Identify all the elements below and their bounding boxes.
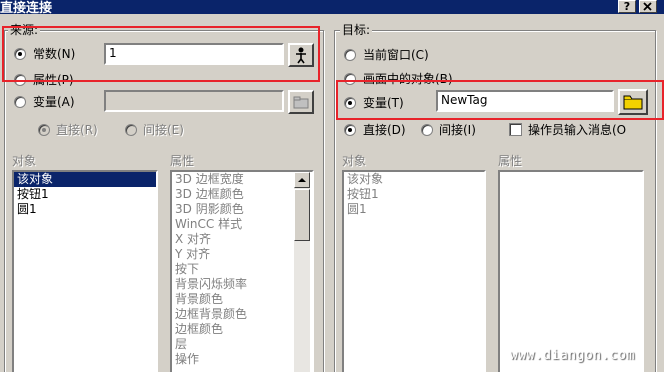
- target-direct-label: 直接(D): [363, 123, 406, 137]
- list-item[interactable]: Y 对齐: [172, 247, 312, 262]
- target-legend: 目标:: [340, 23, 373, 37]
- list-item[interactable]: 背景颜色: [172, 292, 312, 307]
- target-indirect-label: 间接(I): [439, 123, 476, 137]
- window-title: 直接连接: [0, 1, 53, 16]
- list-item[interactable]: 操作: [172, 352, 312, 367]
- list-item[interactable]: 按钮1: [344, 187, 484, 202]
- grey-folder-icon: [293, 96, 309, 109]
- source-browse-button[interactable]: [288, 90, 314, 114]
- target-object-header: 对象: [342, 154, 367, 168]
- close-icon: [643, 2, 652, 11]
- help-button[interactable]: ?: [618, 0, 636, 13]
- target-property-list[interactable]: [498, 170, 644, 372]
- property-scrollbar[interactable]: [294, 172, 310, 372]
- target-indirect-radio[interactable]: [421, 124, 433, 136]
- operator-msg-label: 操作员输入消息(O: [528, 123, 627, 137]
- list-item[interactable]: 边框背景颜色: [172, 307, 312, 322]
- operator-msg-checkbox[interactable]: [509, 123, 522, 136]
- scroll-up-button[interactable]: [294, 172, 310, 188]
- target-direct-radio[interactable]: [344, 124, 356, 136]
- list-item[interactable]: 背景闪烁频率: [172, 277, 312, 292]
- list-item[interactable]: 3D 边框颜色: [172, 187, 312, 202]
- source-highlight-box: [2, 26, 320, 82]
- source-variable-input[interactable]: [104, 90, 284, 112]
- close-button[interactable]: [639, 0, 657, 13]
- list-item[interactable]: 按钮1: [14, 187, 156, 202]
- source-direct-label: 直接(R): [56, 123, 98, 137]
- target-property-header: 属性: [498, 154, 523, 168]
- source-indirect-radio[interactable]: [125, 124, 137, 136]
- target-highlight-box: [336, 80, 664, 120]
- watermark: www.diangon.com: [510, 348, 635, 363]
- list-item[interactable]: 3D 阴影颜色: [172, 202, 312, 217]
- current-window-radio[interactable]: [344, 49, 356, 61]
- list-item[interactable]: 边框颜色: [172, 322, 312, 337]
- list-item[interactable]: 圆1: [344, 202, 484, 217]
- source-object-header: 对象: [12, 154, 37, 168]
- list-item[interactable]: 该对象: [344, 172, 484, 187]
- list-item[interactable]: 圆1: [14, 202, 156, 217]
- arrow-up-icon: [298, 178, 306, 182]
- title-bar: 直接连接 ?: [0, 0, 664, 16]
- variable-radio[interactable]: [14, 96, 26, 108]
- list-item[interactable]: 该对象: [14, 172, 156, 187]
- list-item[interactable]: 按下: [172, 262, 312, 277]
- list-item[interactable]: 3D 边框宽度: [172, 172, 312, 187]
- source-property-header: 属性: [170, 154, 195, 168]
- source-property-list[interactable]: 3D 边框宽度 3D 边框颜色 3D 阴影颜色 WinCC 样式 X 对齐 Y …: [170, 170, 314, 372]
- current-window-label: 当前窗口(C): [363, 48, 429, 62]
- source-direct-radio[interactable]: [38, 124, 50, 136]
- source-variable-label: 变量(A): [33, 95, 75, 109]
- list-item[interactable]: 层: [172, 337, 312, 352]
- list-item[interactable]: X 对齐: [172, 232, 312, 247]
- target-object-list[interactable]: 该对象 按钮1 圆1: [342, 170, 486, 372]
- source-object-list[interactable]: 该对象 按钮1 圆1: [12, 170, 158, 372]
- list-item[interactable]: WinCC 样式: [172, 217, 312, 232]
- source-indirect-label: 间接(E): [143, 123, 184, 137]
- scroll-thumb[interactable]: [294, 189, 310, 241]
